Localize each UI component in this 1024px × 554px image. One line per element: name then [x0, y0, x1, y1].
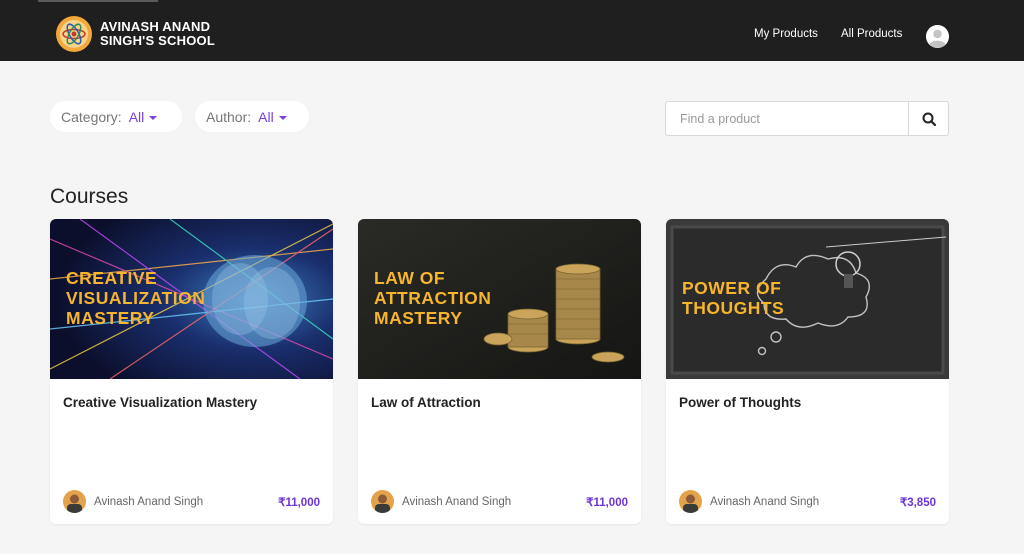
course-price: ₹11,000 — [586, 497, 628, 509]
course-thumbnail[interactable]: POWER OF THOUGHTS — [666, 219, 949, 379]
course-price: ₹3,850 — [899, 497, 936, 509]
chevron-down-icon[interactable] — [149, 115, 158, 120]
category-filter-value[interactable]: All — [129, 109, 145, 125]
nav-my-products[interactable]: My Products — [754, 28, 818, 40]
course-card[interactable]: LAW OF ATTRACTION MASTERY Law of Attract… — [358, 219, 641, 524]
overlay-line: VISUALIZATION — [66, 288, 206, 308]
course-author: Avinash Anand Singh — [63, 490, 203, 513]
logo-line-1: AVINASH ANAND — [100, 19, 211, 34]
chevron-down-icon[interactable] — [278, 115, 287, 120]
author-name: Avinash Anand Singh — [710, 495, 820, 508]
author-filter-label: Author: — [206, 108, 252, 125]
overlay-line: LAW OF — [374, 268, 446, 288]
search-icon — [922, 112, 936, 126]
course-thumbnail-text: POWER OF THOUGHTS — [682, 278, 784, 318]
logo-text: AVINASH ANAND SINGH'S SCHOOL — [100, 20, 215, 48]
course-title[interactable]: Law of Attraction — [371, 395, 481, 410]
user-avatar-icon[interactable] — [926, 25, 949, 48]
overlay-line: MASTERY — [66, 308, 155, 328]
course-thumbnail[interactable]: CREATIVE VISUALIZATION MASTERY — [50, 219, 333, 379]
author-filter-value[interactable]: All — [258, 109, 274, 125]
course-thumbnail-text: LAW OF ATTRACTION MASTERY — [374, 268, 491, 328]
course-author: Avinash Anand Singh — [371, 490, 511, 513]
course-title[interactable]: Creative Visualization Mastery — [63, 395, 257, 410]
overlay-line: THOUGHTS — [682, 298, 785, 318]
school-logo[interactable]: AVINASH ANAND SINGH'S SCHOOL — [56, 16, 215, 52]
search-button[interactable] — [908, 102, 948, 135]
overlay-line: ATTRACTION — [374, 288, 492, 308]
section-title: Courses — [50, 185, 129, 208]
course-title[interactable]: Power of Thoughts — [679, 395, 801, 410]
category-filter[interactable]: Category: All — [50, 101, 182, 132]
course-card[interactable]: CREATIVE VISUALIZATION MASTERY Creative … — [50, 219, 333, 524]
author-avatar — [679, 490, 702, 513]
product-search — [665, 101, 949, 136]
author-avatar — [371, 490, 394, 513]
nav-all-products[interactable]: All Products — [841, 28, 902, 40]
overlay-line: POWER OF — [682, 278, 782, 298]
course-price: ₹11,000 — [278, 497, 320, 509]
course-author: Avinash Anand Singh — [679, 490, 819, 513]
author-name: Avinash Anand Singh — [94, 495, 204, 508]
author-filter[interactable]: Author: All — [195, 101, 309, 132]
tab-strip — [38, 0, 158, 2]
top-navbar: AVINASH ANAND SINGH'S SCHOOL My Products… — [0, 0, 1024, 61]
course-card[interactable]: POWER OF THOUGHTS Power of Thoughts Avin… — [666, 219, 949, 524]
category-filter-label: Category: — [61, 108, 122, 125]
course-thumbnail-text: CREATIVE VISUALIZATION MASTERY — [66, 268, 205, 328]
overlay-line: MASTERY — [374, 308, 463, 328]
overlay-line: CREATIVE — [66, 268, 158, 288]
search-input[interactable] — [666, 102, 908, 135]
author-name: Avinash Anand Singh — [402, 495, 512, 508]
author-avatar — [63, 490, 86, 513]
atom-logo-icon — [56, 16, 92, 52]
logo-line-2: SINGH'S SCHOOL — [100, 33, 215, 48]
course-thumbnail[interactable]: LAW OF ATTRACTION MASTERY — [358, 219, 641, 379]
